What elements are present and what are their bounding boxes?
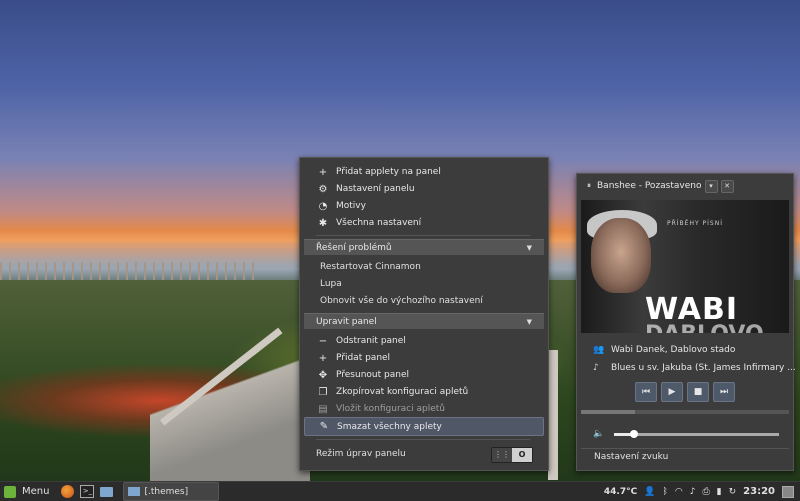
volume-slider-handle[interactable] [629,429,638,438]
artist-icon: 👥 [593,345,605,355]
play-button[interactable]: ▶ [661,382,683,402]
close-player-button[interactable]: ✕ [720,179,734,193]
wallpaper-boardwalk [150,330,310,481]
playback-controls: ⏮ ▶ ■ ⏭ [635,382,735,402]
track-progress-fill [581,410,636,414]
terminal-icon[interactable]: >_ [80,485,95,498]
switch-on-indicator: O [512,448,532,462]
menu-button[interactable]: Menu [4,483,49,500]
menu-item-add-panel[interactable]: + Přidat panel [304,350,542,366]
next-button[interactable]: ⏭ [713,382,735,402]
divider [581,448,789,449]
plus-icon: + [318,166,328,178]
switch-off-indicator: ⋮⋮ [492,448,512,462]
menu-item-panel-settings[interactable]: ⚙ Nastavení panelu [304,181,542,197]
menu-item-add-applets[interactable]: + Přidat applety na panel [304,164,542,180]
pause-icon: ⏸ [587,181,591,190]
system-tray: 44.7°C 👤 ᛒ ◠ ♪ ⎙ ▮ ↻ 23:20 [604,483,794,500]
menu-item-label: Nastavení panelu [336,184,415,194]
paste-icon: ▤ [318,403,328,415]
printer-icon[interactable]: ⎙ [702,487,709,497]
bluetooth-icon[interactable]: ᛒ [662,487,667,497]
folder-icon[interactable] [100,486,114,497]
sound-settings-item[interactable]: Nastavení zvuku [594,452,668,462]
copy-icon: ❐ [318,386,328,398]
divider [316,439,530,440]
submenu-label: Upravit panel [316,316,377,327]
triangle-down-icon: ▼ [526,243,532,252]
show-desktop-button[interactable] [782,485,794,498]
menu-item-label: Smazat všechny aplety [337,421,442,432]
move-icon: ✥ [318,369,328,381]
artist-row: 👥 Wabi Danek, Dablovo stado [593,345,735,355]
network-icon[interactable]: ◠ [675,487,683,497]
track-row: ♪ Blues u sv. Jakuba (St. James Infirmar… [593,363,796,373]
taskbar: Menu >_ [.themes] 44.7°C 👤 ᛒ ◠ ♪ ⎙ ▮ ↻ 2… [0,481,800,501]
menu-item-restart-cinnamon[interactable]: Restartovat Cinnamon [320,262,421,272]
cover-subtitle: DABLOVO [645,322,764,333]
menu-item-remove-panel[interactable]: − Odstranit panel [304,333,542,349]
plus-icon: + [318,352,328,364]
menu-item-label: Přesunout panel [336,370,409,380]
track-progress-bar[interactable] [581,410,789,414]
menu-item-clear-applets[interactable]: ✎ Smazat všechny aplety [304,417,544,436]
menu-item-label: Odstranit panel [336,336,406,346]
menu-item-label: Přidat panel [336,353,391,363]
cover-portrait [591,218,651,293]
clock[interactable]: 23:20 [743,486,775,497]
menu-item-reset-defaults[interactable]: Obnovit vše do výchozího nastavení [320,296,483,306]
player-menu-button[interactable]: ▾ [704,179,718,193]
cover-series-label: PŘÍBĚHY PÍSNÍ [667,220,724,227]
edit-mode-switch[interactable]: ⋮⋮ O [491,447,533,463]
edit-mode-label: Režim úprav panelu [316,449,406,459]
menu-item-label: Přidat applety na panel [336,167,441,177]
folder-icon [128,487,141,496]
submenu-edit-panel[interactable]: Upravit panel ▼ [304,313,544,329]
battery-icon[interactable]: ▮ [717,487,722,497]
submenu-troubleshoot[interactable]: Řešení problémů ▼ [304,239,544,255]
update-icon[interactable]: ↻ [729,487,737,497]
menu-item-themes[interactable]: ◔ Motivy [304,198,542,214]
temperature-readout: 44.7°C [603,486,638,497]
minus-icon: − [318,335,328,347]
panel-context-menu: + Přidat applety na panel ⚙ Nastavení pa… [299,157,549,471]
menu-item-label: Zkopírovat konfiguraci apletů [336,387,469,397]
music-note-icon: ♪ [593,363,599,373]
stop-button[interactable]: ■ [687,382,709,402]
mint-logo-icon [4,485,16,498]
sound-applet-menu: ⏸ Banshee - Pozastaveno ▾ ✕ PŘÍBĚHY PÍSN… [576,173,796,471]
menu-item-copy-applet-config[interactable]: ❐ Zkopírovat konfiguraci apletů [304,384,542,400]
window-button-themes[interactable]: [.themes] [123,482,220,501]
broom-icon: ✎ [319,421,329,432]
wallpaper-rail-right [548,350,558,480]
player-title-bar: ⏸ Banshee - Pozastaveno ▾ ✕ [581,178,789,194]
volume-slider[interactable] [614,429,779,438]
palette-icon: ◔ [318,200,328,212]
menu-item-label: Motivy [336,201,366,211]
submenu-label: Řešení problémů [316,242,392,253]
album-cover: PŘÍBĚHY PÍSNÍ WABI DABLOVO [581,200,789,333]
volume-row: 🔈 [593,428,779,440]
previous-button[interactable]: ⏮ [635,382,657,402]
launchers: >_ [61,483,114,500]
menu-label: Menu [22,486,50,497]
firefox-icon[interactable] [61,485,75,498]
sound-icon[interactable]: ♪ [690,487,696,497]
menu-item-move-panel[interactable]: ✥ Přesunout panel [304,367,542,383]
settings-icon: ✱ [318,217,328,229]
track-title: Blues u sv. Jakuba (St. James Infirmary … [611,363,796,373]
menu-item-magnifier[interactable]: Lupa [320,279,342,289]
window-title: [.themes] [144,486,189,497]
menu-item-all-settings[interactable]: ✱ Všechna nastavení [304,215,542,231]
menu-item-label: Vložit konfiguraci apletů [336,404,445,414]
divider [316,235,530,236]
speaker-icon[interactable]: 🔈 [593,429,604,439]
menu-item-label: Všechna nastavení [336,218,422,228]
player-title: Banshee - Pozastaveno [597,181,702,191]
triangle-down-icon: ▼ [526,317,532,326]
user-icon[interactable]: 👤 [644,487,655,497]
artist-name: Wabi Danek, Dablovo stado [611,345,736,355]
gear-icon: ⚙ [318,183,328,195]
menu-item-paste-applet-config[interactable]: ▤ Vložit konfiguraci apletů [304,401,542,417]
